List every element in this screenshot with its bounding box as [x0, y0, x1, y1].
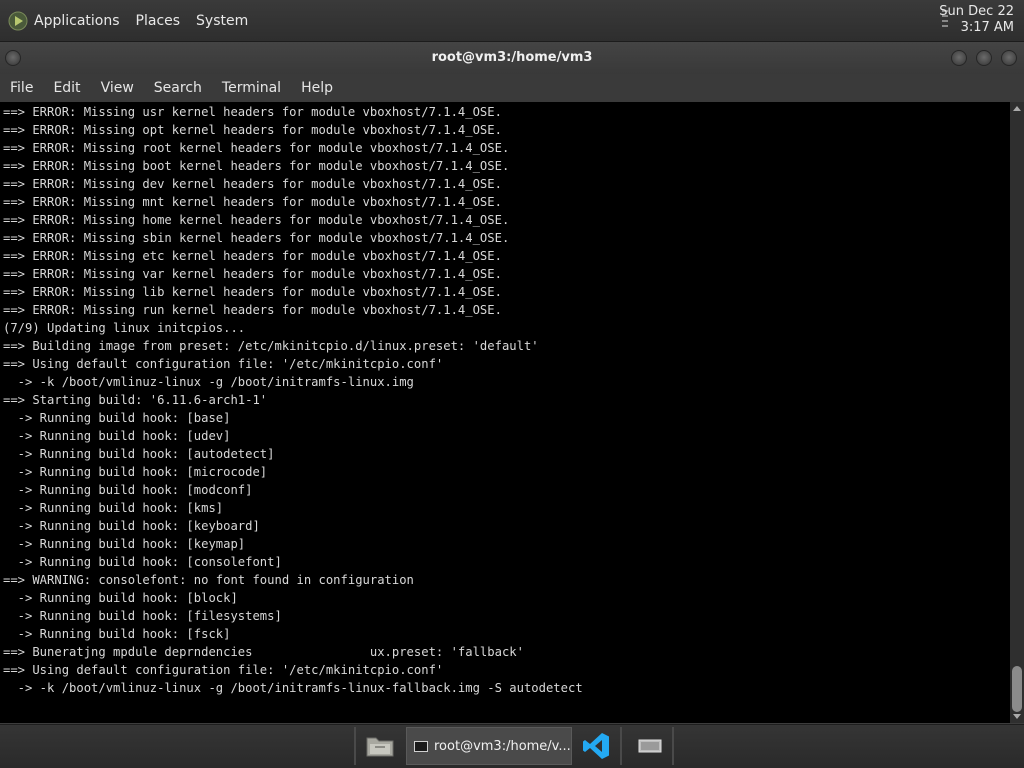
vscode-launcher[interactable]	[576, 727, 616, 765]
menu-help[interactable]: Help	[291, 80, 343, 96]
bottom-panel: root@vm3:/home/v...	[0, 724, 1024, 768]
terminal-output[interactable]: ==> ERROR: Missing usr kernel headers fo…	[0, 102, 1010, 723]
terminal-line: -> Running build hook: [kms]	[3, 501, 224, 515]
menu-file[interactable]: File	[0, 80, 43, 96]
menu-view[interactable]: View	[91, 80, 144, 96]
desktop-icon	[638, 739, 662, 753]
terminal-line: ==> Using default configuration file: '/…	[3, 663, 444, 677]
terminal-line: ==> ERROR: Missing usr kernel headers fo…	[3, 105, 502, 119]
menu-terminal[interactable]: Terminal	[212, 80, 291, 96]
terminal-line: -> Running build hook: [consolefont]	[3, 555, 282, 569]
show-desktop-button[interactable]	[630, 727, 670, 765]
terminal-line: (7/9) Updating linux initcpios...	[3, 321, 246, 335]
terminal-line: ==> ERROR: Missing home kernel headers f…	[3, 213, 510, 227]
folder-icon	[366, 737, 394, 757]
terminal-line: ==> ERROR: Missing root kernel headers f…	[3, 141, 510, 155]
clock-time: 3:17 AM	[960, 20, 1014, 35]
terminal-line: ==> ERROR: Missing dev kernel headers fo…	[3, 177, 502, 191]
panel-separator	[672, 727, 674, 765]
top-panel: Applications Places System Sun Dec 22 3:…	[0, 0, 1024, 42]
terminal-line: ==> ERROR: Missing sbin kernel headers f…	[3, 231, 510, 245]
terminal-line: -> Running build hook: [filesystems]	[3, 609, 282, 623]
scrollbar-thumb[interactable]	[1012, 666, 1022, 712]
terminal-line: ==> ERROR: Missing etc kernel headers fo…	[3, 249, 502, 263]
terminal-line: -> Running build hook: [microcode]	[3, 465, 268, 479]
terminal-line: -> Running build hook: [keymap]	[3, 537, 246, 551]
file-manager-launcher[interactable]	[358, 727, 402, 765]
system-menu[interactable]: System	[196, 13, 248, 29]
terminal-line: -> Running build hook: [block]	[3, 591, 238, 605]
terminal-line: ==> ERROR: Missing lib kernel headers fo…	[3, 285, 502, 299]
terminal-icon	[414, 740, 428, 752]
scroll-up-icon[interactable]	[1013, 106, 1021, 111]
terminal-line: ==> Building image from preset: /etc/mki…	[3, 339, 539, 353]
terminal-line: ==> ERROR: Missing boot kernel headers f…	[3, 159, 510, 173]
terminal-line: ==> WARNING: consolefont: no font found …	[3, 573, 414, 587]
panel-separator	[620, 727, 622, 765]
clock[interactable]: Sun Dec 22 3:17 AM	[939, 4, 1014, 36]
maximize-icon[interactable]	[976, 50, 992, 66]
panel-menu: Applications Places System	[8, 0, 264, 42]
scrollbar[interactable]	[1010, 102, 1024, 723]
terminal-line: ==> ERROR: Missing run kernel headers fo…	[3, 303, 502, 317]
terminal-line: -> -k /boot/vmlinuz-linux -g /boot/initr…	[3, 681, 583, 695]
terminal-line: ==> ERROR: Missing opt kernel headers fo…	[3, 123, 502, 137]
taskbar-terminal-label: root@vm3:/home/v...	[434, 738, 571, 754]
distro-logo-icon[interactable]	[8, 11, 28, 31]
window-titlebar[interactable]: root@vm3:/home/vm3	[0, 42, 1024, 74]
terminal-line: -> Running build hook: [base]	[3, 411, 231, 425]
terminal-line: -> -k /boot/vmlinuz-linux -g /boot/initr…	[3, 375, 414, 389]
terminal-line: -> Running build hook: [modconf]	[3, 483, 253, 497]
close-icon[interactable]	[1001, 50, 1017, 66]
menu-search[interactable]: Search	[144, 80, 212, 96]
window-title: root@vm3:/home/vm3	[431, 50, 593, 65]
clock-date: Sun Dec 22	[939, 4, 1014, 19]
terminal-lines: ==> ERROR: Missing usr kernel headers fo…	[3, 103, 583, 697]
terminal-window: root@vm3:/home/vm3 File Edit View Search…	[0, 42, 1024, 724]
vscode-icon	[583, 733, 609, 759]
terminal-line: ==> Buneratjng mpdule deprndencies ux.pr…	[3, 645, 524, 659]
terminal-line: ==> ERROR: Missing mnt kernel headers fo…	[3, 195, 502, 209]
panel-separator	[354, 727, 356, 765]
menu-edit[interactable]: Edit	[43, 80, 90, 96]
terminal-line: -> Running build hook: [keyboard]	[3, 519, 260, 533]
scroll-down-icon[interactable]	[1013, 714, 1021, 719]
applications-menu[interactable]: Applications	[34, 13, 120, 29]
terminal-line: ==> Starting build: '6.11.6-arch1-1'	[3, 393, 268, 407]
terminal-line: ==> Using default configuration file: '/…	[3, 357, 444, 371]
terminal-line: ==> ERROR: Missing var kernel headers fo…	[3, 267, 502, 281]
minimize-icon[interactable]	[951, 50, 967, 66]
places-menu[interactable]: Places	[136, 13, 181, 29]
terminal-line: -> Running build hook: [udev]	[3, 429, 231, 443]
menubar: File Edit View Search Terminal Help	[0, 74, 1024, 102]
terminal-line: -> Running build hook: [fsck]	[3, 627, 231, 641]
taskbar-terminal-button[interactable]: root@vm3:/home/v...	[406, 727, 572, 765]
terminal-line: -> Running build hook: [autodetect]	[3, 447, 275, 461]
